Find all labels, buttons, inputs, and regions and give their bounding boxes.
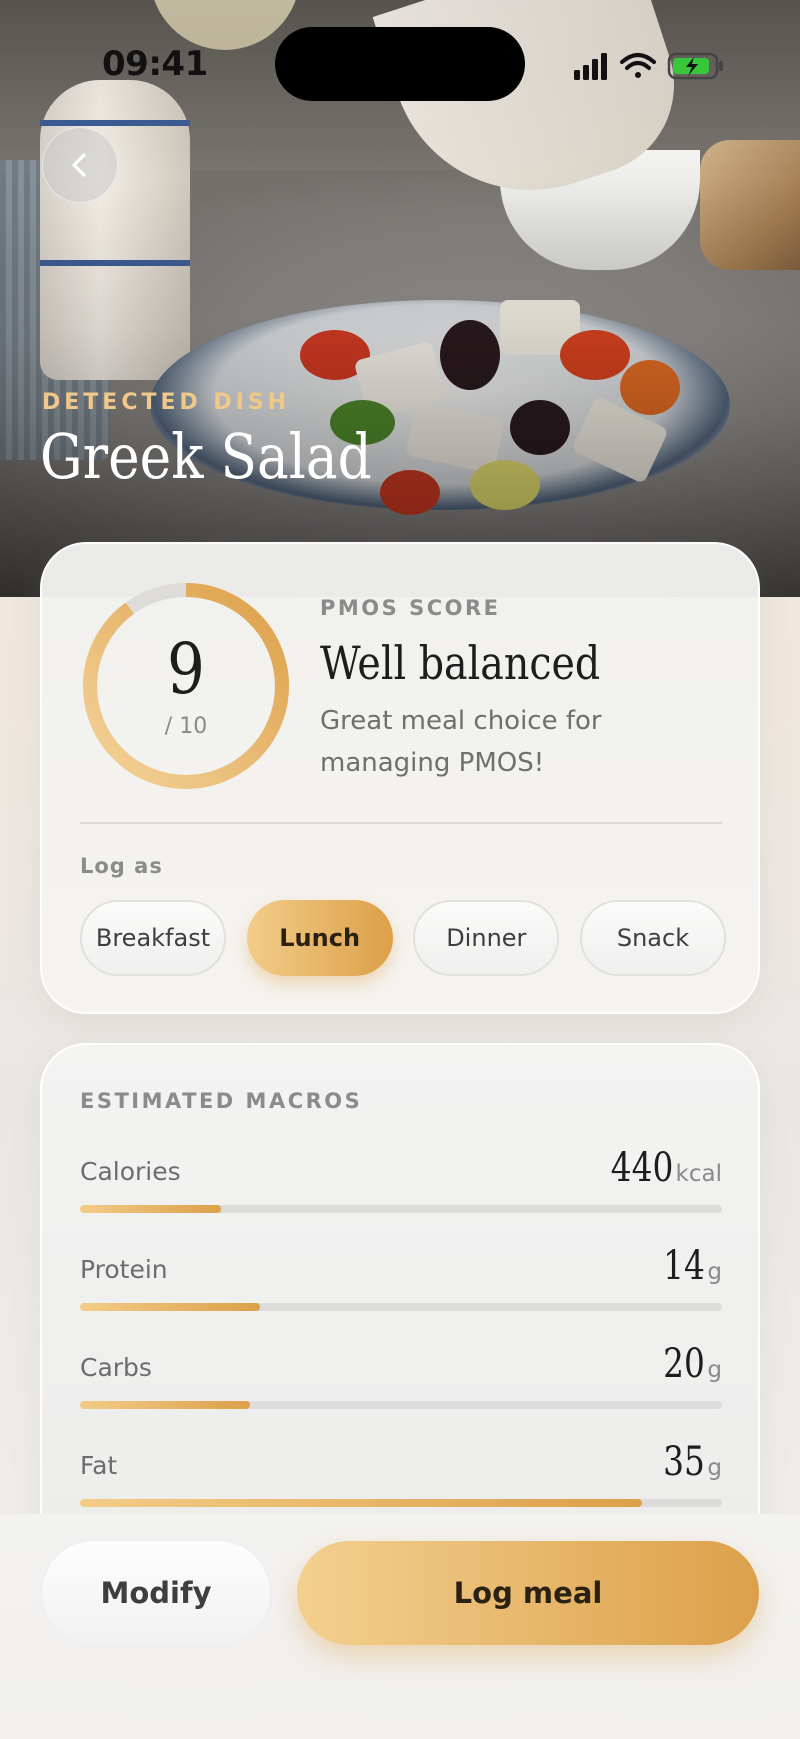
- macro-name: Fat: [80, 1451, 118, 1480]
- back-button[interactable]: [42, 127, 118, 203]
- modify-button[interactable]: Modify: [40, 1539, 272, 1647]
- bottom-action-bar: Modify Log meal: [0, 1514, 800, 1739]
- cellular-signal-icon: [574, 53, 607, 80]
- meal-option-lunch[interactable]: Lunch: [246, 900, 393, 976]
- score-card: 9 / 10 PMOS SCORE Well balanced Great me…: [40, 542, 760, 1014]
- score-title: Well balanced: [320, 636, 601, 690]
- dynamic-island: [275, 27, 525, 101]
- macro-value: 20g: [663, 1341, 722, 1387]
- macro-progress-track: [80, 1401, 722, 1409]
- macro-name: Carbs: [80, 1353, 152, 1382]
- score-max: / 10: [164, 714, 208, 739]
- meal-option-dinner[interactable]: Dinner: [413, 900, 560, 976]
- macro-value: 14g: [663, 1243, 722, 1289]
- macro-progress-fill: [80, 1499, 642, 1507]
- macro-row-calories: Calories 440kcal: [80, 1145, 722, 1225]
- status-icons: [572, 48, 732, 82]
- macro-row-protein: Protein 14g: [80, 1243, 722, 1323]
- meal-option-breakfast[interactable]: Breakfast: [80, 900, 226, 976]
- macro-row-carbs: Carbs 20g: [80, 1341, 722, 1421]
- score-value: 9: [167, 628, 205, 710]
- macro-progress-fill: [80, 1205, 222, 1213]
- macro-name: Protein: [80, 1255, 168, 1284]
- macro-name: Calories: [80, 1157, 181, 1186]
- macros-title: ESTIMATED MACROS: [80, 1089, 363, 1113]
- macro-progress-track: [80, 1303, 722, 1311]
- macro-progress-fill: [80, 1401, 251, 1409]
- score-label: PMOS SCORE: [320, 596, 501, 620]
- log-meal-button[interactable]: Log meal: [297, 1541, 759, 1645]
- detected-dish-label: DETECTED DISH: [42, 390, 291, 415]
- wifi-icon: [620, 53, 656, 78]
- meal-type-selector: Breakfast Lunch Dinner Snack: [80, 900, 726, 976]
- divider: [80, 822, 722, 824]
- log-as-label: Log as: [80, 854, 163, 878]
- macro-value: 35g: [663, 1439, 722, 1485]
- meal-option-snack[interactable]: Snack: [579, 900, 726, 976]
- macro-value: 440kcal: [610, 1145, 722, 1191]
- status-time: 09:41: [102, 44, 208, 84]
- macro-progress-track: [80, 1205, 722, 1213]
- macro-row-fat: Fat 35g: [80, 1439, 722, 1519]
- battery-charging-icon: [667, 52, 723, 80]
- macro-progress-fill: [80, 1303, 260, 1311]
- macro-progress-track: [80, 1499, 722, 1507]
- chevron-left-icon: [72, 153, 86, 177]
- dish-title: Greek Salad: [40, 420, 372, 493]
- score-description: Great meal choice for managing PMOS!: [320, 706, 602, 778]
